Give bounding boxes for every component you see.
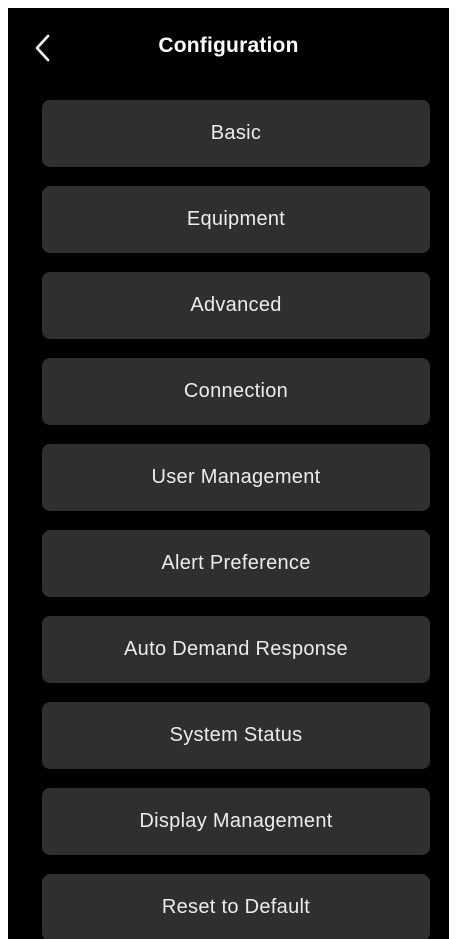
configuration-menu: Basic Equipment Advanced Connection User…: [42, 100, 430, 939]
connection-button[interactable]: Connection: [42, 358, 430, 425]
page-title: Configuration: [158, 34, 299, 57]
basic-button[interactable]: Basic: [42, 100, 430, 167]
header: Configuration: [8, 8, 449, 88]
auto-demand-response-button[interactable]: Auto Demand Response: [42, 616, 430, 683]
configuration-screen: Configuration Basic Equipment Advanced C…: [8, 8, 449, 939]
advanced-button[interactable]: Advanced: [42, 272, 430, 339]
alert-preference-button[interactable]: Alert Preference: [42, 530, 430, 597]
user-management-button[interactable]: User Management: [42, 444, 430, 511]
system-status-button[interactable]: System Status: [42, 702, 430, 769]
reset-to-default-button[interactable]: Reset to Default: [42, 874, 430, 939]
display-management-button[interactable]: Display Management: [42, 788, 430, 855]
equipment-button[interactable]: Equipment: [42, 186, 430, 253]
